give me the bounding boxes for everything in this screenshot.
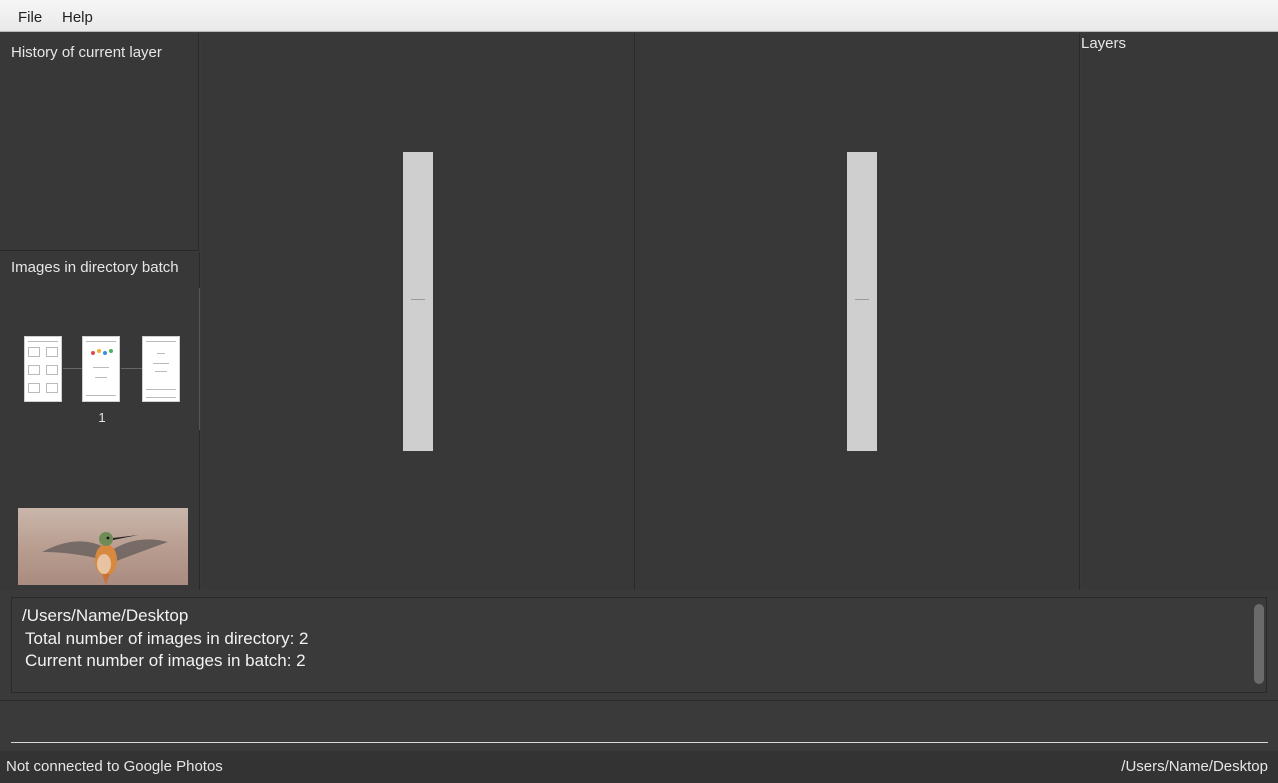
info-path: /Users/Name/Desktop (22, 606, 189, 625)
preview-label (403, 297, 433, 304)
menu-bar: File Help (0, 0, 1278, 32)
info-output-area[interactable]: /Users/Name/Desktop Total number of imag… (11, 597, 1267, 693)
layers-panel-title: Layers (1081, 35, 1127, 52)
batch-panel: Images in directory batch 1 (0, 252, 200, 590)
info-scrollbar[interactable] (1254, 604, 1264, 684)
flow-connector (63, 368, 82, 369)
command-input[interactable] (11, 742, 1268, 743)
edited-image-canvas[interactable] (636, 33, 1080, 590)
menu-file[interactable]: File (18, 9, 42, 26)
original-image-preview (403, 152, 433, 451)
info-total-images: Total number of images in directory: 2 (25, 629, 309, 648)
history-panel-title: History of current layer (11, 44, 162, 61)
layers-panel: Layers (1081, 33, 1278, 590)
batch-thumbnail-2[interactable] (82, 336, 120, 402)
batch-index-label: 1 (98, 410, 106, 425)
edited-image-preview (847, 152, 877, 451)
flow-connector (121, 368, 142, 369)
connection-status: Not connected to Google Photos (6, 758, 223, 775)
hummingbird-image[interactable] (18, 508, 188, 585)
batch-scrollbar[interactable] (199, 288, 200, 430)
menu-help[interactable]: Help (62, 9, 93, 26)
status-path: /Users/Name/Desktop (1121, 758, 1268, 775)
history-panel: History of current layer (0, 33, 199, 251)
batch-panel-title: Images in directory batch (11, 259, 179, 276)
section-divider (0, 700, 1278, 701)
status-bar: Not connected to Google Photos /Users/Na… (0, 751, 1278, 783)
preview-label (847, 297, 877, 304)
original-image-canvas[interactable] (201, 33, 635, 590)
info-current-batch: Current number of images in batch: 2 (25, 651, 306, 670)
batch-thumbnail-3[interactable] (142, 336, 180, 402)
batch-thumbnail-1[interactable] (24, 336, 62, 402)
